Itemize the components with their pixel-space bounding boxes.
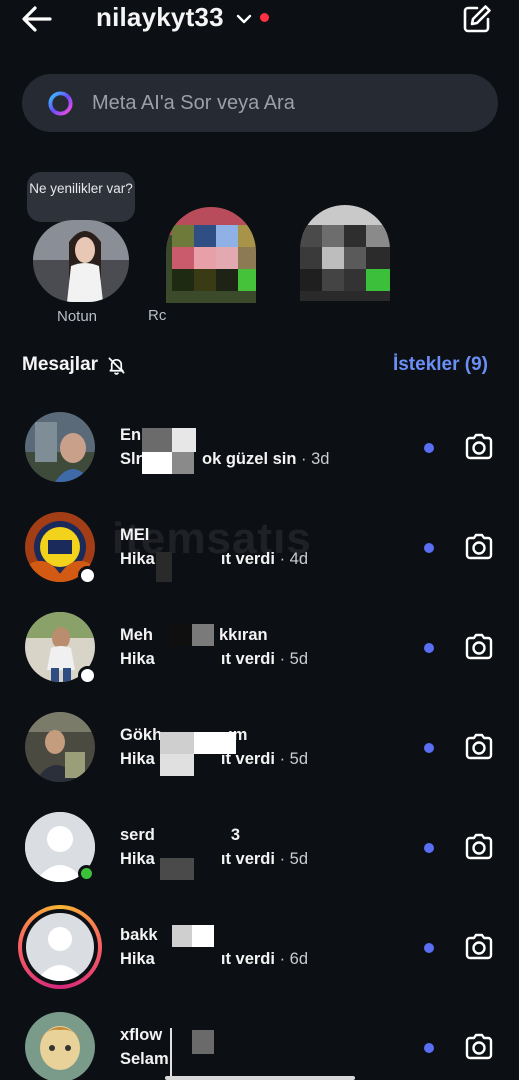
note-item[interactable]: [298, 205, 398, 323]
avatar: [300, 205, 390, 301]
avatar: [25, 712, 95, 782]
note-label: Notun: [57, 308, 98, 325]
unread-dot: [424, 843, 434, 853]
conversation-row[interactable]: xflow Selam: [0, 1000, 519, 1080]
camera-icon[interactable]: [463, 832, 495, 862]
avatar: [25, 1012, 95, 1080]
back-arrow-icon[interactable]: [20, 4, 56, 34]
conversation-name: serd 3: [120, 826, 241, 844]
camera-icon[interactable]: [463, 932, 495, 962]
unread-dot: [424, 943, 434, 953]
messages-section-title: Mesajlar: [22, 354, 126, 376]
chevron-down-icon: [236, 14, 251, 23]
conversation-name: bakk: [120, 926, 158, 944]
conversation-name: En: [120, 426, 142, 444]
camera-icon[interactable]: [463, 632, 495, 662]
conversation-name: xflow: [120, 1026, 163, 1044]
unread-dot: [424, 543, 434, 553]
camera-icon[interactable]: [463, 732, 495, 762]
unread-dot: [424, 1043, 434, 1053]
unread-dot: [424, 643, 434, 653]
bell-off-icon: [108, 357, 125, 375]
unread-dot: [424, 743, 434, 753]
conversation-row[interactable]: En Slr ok güzel sin · 3d: [0, 400, 519, 500]
home-indicator: [165, 1076, 355, 1080]
note-item[interactable]: Rc: [148, 205, 273, 325]
conversation-row[interactable]: serd 3 Hika ıt verdi · 5d: [0, 800, 519, 900]
search-placeholder: Meta AI'a Sor veya Ara: [92, 91, 295, 114]
compose-icon[interactable]: [461, 3, 493, 35]
conversation-preview: Selam: [120, 1050, 169, 1068]
avatar: [33, 220, 129, 302]
camera-icon[interactable]: [463, 1032, 495, 1062]
camera-icon[interactable]: [463, 432, 495, 462]
online-indicator: [78, 865, 95, 882]
moon-icon: [78, 566, 97, 585]
avatar: [25, 412, 95, 482]
requests-link[interactable]: İstekler (9): [393, 354, 488, 376]
conversation-preview: Hika ıt verdi · 6d: [120, 950, 308, 968]
note-own[interactable]: Notun: [30, 218, 130, 328]
messages-title: Mesajlar: [22, 354, 99, 375]
conversation-preview: Hika ıt verdi · 5d: [120, 650, 308, 668]
avatar: [26, 913, 94, 981]
unread-dot: [424, 443, 434, 453]
conversation-row[interactable]: Meh kkıran Hika ıt verdi · 5d: [0, 600, 519, 700]
top-bar: nilaykyt33: [0, 0, 519, 44]
account-switcher[interactable]: nilaykyt33: [96, 2, 269, 33]
conversation-preview: Hika ıt verdi · 4d: [120, 550, 308, 568]
conversation-row[interactable]: bakk Hika ıt verdi · 6d: [0, 900, 519, 1000]
meta-ai-search-bar[interactable]: Meta AI'a Sor veya Ara: [22, 74, 498, 132]
camera-icon[interactable]: [463, 532, 495, 562]
moon-icon: [78, 666, 97, 685]
note-label: Rc: [148, 307, 167, 324]
note-bubble[interactable]: Ne yenilikler var?: [27, 172, 135, 222]
conversation-row[interactable]: Gökh ım Hika ıt verdi · 5d: [0, 700, 519, 800]
account-username: nilaykyt33: [96, 2, 224, 32]
notification-dot: [259, 13, 269, 22]
conversation-row[interactable]: MEl Hika ıt verdi · 4d: [0, 500, 519, 600]
meta-ai-icon: [48, 90, 73, 116]
conversation-name: MEl: [120, 526, 150, 544]
conversation-preview: Hika ıt verdi · 5d: [120, 850, 308, 868]
avatar: [166, 207, 256, 303]
